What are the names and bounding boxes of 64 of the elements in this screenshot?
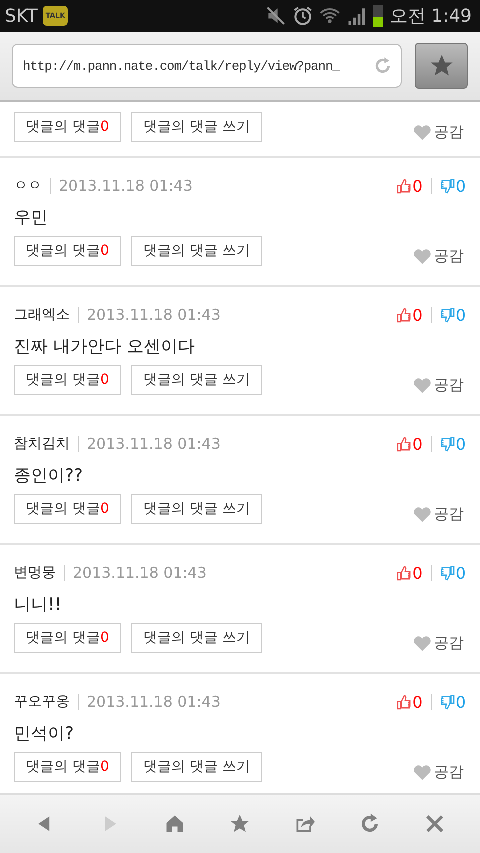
heart-icon (413, 248, 432, 264)
heart-icon (413, 764, 432, 780)
thumbs-down-icon (440, 436, 455, 452)
reply-count-button[interactable]: 댓글의 댓글0 (14, 236, 122, 266)
reply-count-button[interactable]: 댓글의 댓글0 (14, 112, 122, 142)
empathy-button[interactable]: 공감 (411, 122, 466, 142)
thumbs-up-icon (396, 694, 412, 710)
like-button[interactable]: 0 (396, 434, 423, 454)
comment-date: 2013.11.18 01:43 (73, 564, 207, 582)
alarm-clock-icon (292, 5, 314, 27)
comment-text: 진짜 내가안다 오센이다 (14, 336, 196, 358)
thumbs-down-icon (440, 308, 455, 322)
comment-text: 우민 (14, 206, 49, 230)
write-reply-button[interactable]: 댓글의 댓글 쓰기 (131, 623, 262, 653)
write-reply-button[interactable]: 댓글의 댓글 쓰기 (131, 112, 262, 142)
thumbs-up-icon (396, 566, 412, 580)
like-button[interactable]: 0 (396, 176, 423, 196)
write-reply-button[interactable]: 댓글의 댓글 쓰기 (131, 494, 262, 524)
reply-count-button[interactable]: 댓글의 댓글0 (14, 623, 122, 653)
write-reply-button[interactable]: 댓글의 댓글 쓰기 (131, 365, 262, 395)
author-name: 그래엑소 (14, 306, 70, 324)
empathy-button[interactable]: 공감 (411, 246, 466, 266)
reply-count-button[interactable]: 댓글의 댓글0 (14, 494, 122, 524)
refresh-icon[interactable] (373, 56, 393, 76)
clock: 오전 1:49 (390, 5, 472, 28)
empathy-button[interactable]: 공감 (411, 762, 466, 782)
author-name: 참치김치 (14, 435, 70, 453)
like-button[interactable]: 0 (396, 564, 423, 582)
thumbs-down-icon (440, 694, 455, 710)
reply-count-button[interactable]: 댓글의 댓글0 (14, 752, 122, 782)
thumbs-up-icon (396, 308, 412, 322)
write-reply-button[interactable]: 댓글의 댓글 쓰기 (131, 236, 262, 266)
thumbs-down-icon (440, 566, 455, 580)
heart-icon (413, 506, 432, 522)
comment-date: 2013.11.18 01:43 (87, 693, 221, 711)
heart-icon (413, 124, 432, 140)
empathy-button[interactable]: 공감 (411, 634, 466, 652)
write-reply-button[interactable]: 댓글의 댓글 쓰기 (131, 752, 262, 782)
empathy-button[interactable]: 공감 (411, 504, 466, 524)
carrier-name: SKT (5, 6, 38, 26)
close-icon (424, 813, 446, 835)
thumbs-down-icon (440, 178, 455, 194)
heart-icon (413, 376, 432, 394)
comment-text: 종인이?? (14, 464, 84, 488)
comment-text: 니니!! (14, 594, 63, 616)
author-name: 꾸오꾸옹 (14, 693, 70, 711)
author-name: 변멍뭉 (14, 564, 56, 582)
battery-icon (372, 5, 383, 27)
heart-icon (413, 634, 432, 652)
comment-date: 2013.11.18 01:43 (87, 306, 221, 324)
thumbs-up-icon (396, 436, 412, 452)
bookmark-button[interactable] (415, 43, 468, 89)
comment-date: 2013.11.18 01:43 (59, 177, 193, 195)
like-button[interactable]: 0 (396, 306, 423, 324)
author-name: ㅇㅇ (14, 177, 42, 195)
mute-icon (264, 5, 287, 27)
comment-text: 민석이? (14, 722, 76, 746)
thumbs-up-icon (396, 178, 412, 194)
reply-count-button[interactable]: 댓글의 댓글0 (14, 365, 122, 395)
comment-date: 2013.11.18 01:43 (87, 435, 221, 453)
star-icon (228, 813, 251, 835)
empathy-button[interactable]: 공감 (411, 376, 466, 394)
like-button[interactable]: 0 (396, 692, 423, 712)
address-field[interactable]: http://m.pann.nate.com/talk/reply/view?pann_ (12, 44, 402, 88)
